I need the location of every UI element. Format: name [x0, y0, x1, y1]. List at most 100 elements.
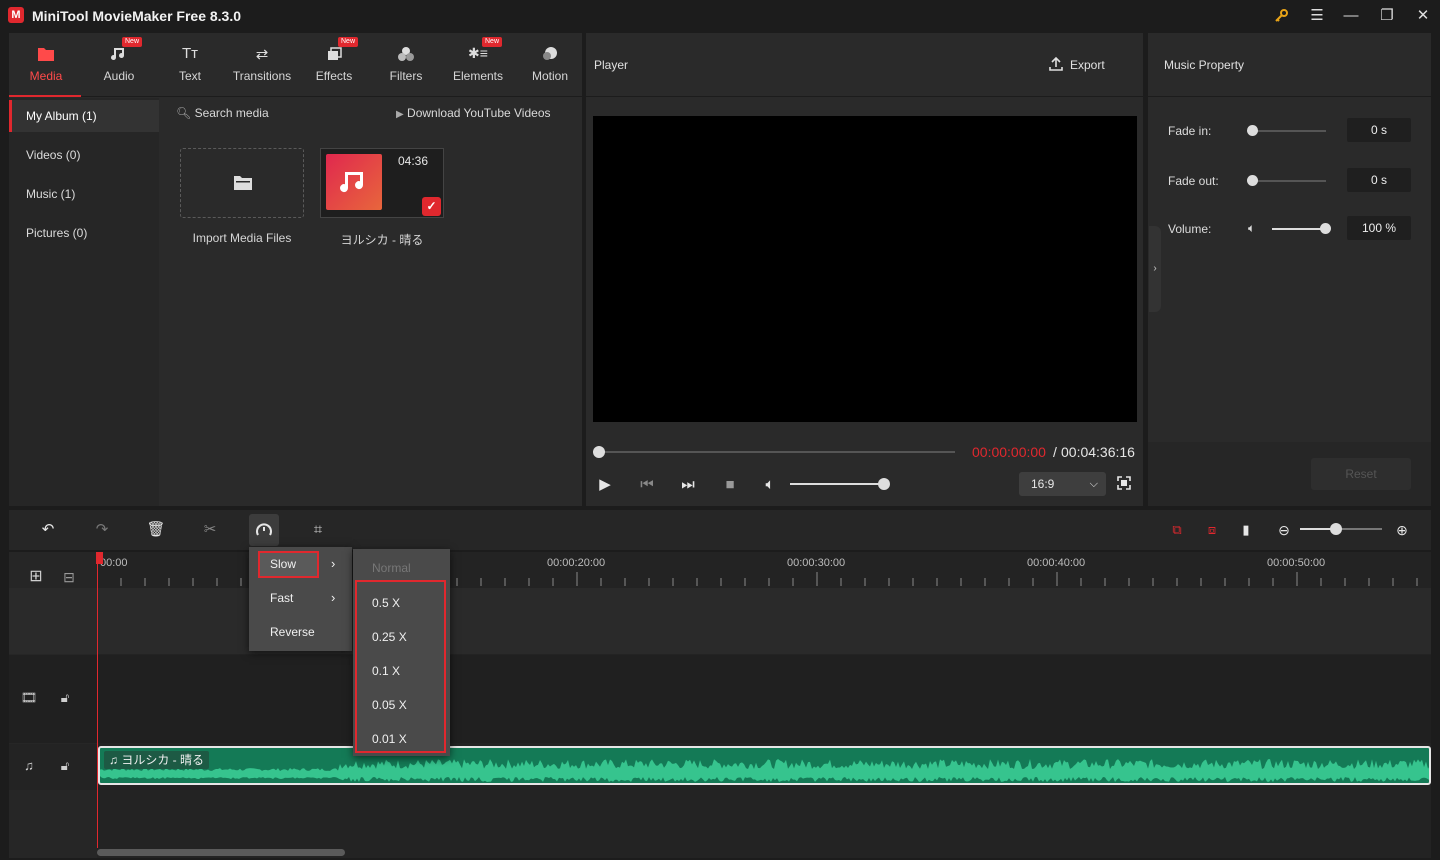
export-button[interactable]: Export	[1048, 56, 1105, 72]
fade-in-slider[interactable]	[1250, 130, 1326, 132]
lock-icon[interactable]: 🔓︎	[55, 688, 75, 708]
motion-icon	[516, 45, 584, 65]
seek-bar[interactable]	[598, 451, 955, 453]
menu-item-reverse[interactable]: Reverse	[249, 615, 352, 649]
redo-icon[interactable]: ↷	[90, 518, 114, 542]
tool-filters[interactable]: Filters	[372, 33, 440, 97]
next-frame-icon[interactable]: ⏭	[678, 475, 698, 495]
audio-clip[interactable]	[98, 746, 1431, 785]
timeline-zoom-handle[interactable]	[1330, 523, 1342, 535]
volume-icon[interactable]: 🔈︎	[760, 475, 780, 495]
previous-frame-icon[interactable]: ⏮	[637, 475, 657, 495]
property-volume-slider[interactable]	[1272, 228, 1326, 230]
sidebar-item-music[interactable]: Music (1)	[9, 178, 159, 210]
stop-icon[interactable]: ■	[720, 475, 740, 495]
media-item-duration: 04:36	[398, 154, 429, 168]
zoom-in-icon[interactable]: ⊕	[1390, 518, 1414, 542]
tool-text[interactable]: Tт Text	[156, 33, 224, 97]
speed-button[interactable]	[249, 514, 279, 546]
effects-icon	[300, 45, 368, 65]
property-volume-handle[interactable]	[1320, 223, 1331, 234]
chevron-right-icon: ›	[331, 590, 336, 605]
timeline-scrollbar[interactable]	[97, 849, 345, 856]
sidebar-item-pictures[interactable]: Pictures (0)	[9, 217, 159, 249]
current-time: 00:00:00:00	[972, 444, 1046, 460]
tool-text-label: Text	[178, 69, 201, 83]
active-tab-underline	[9, 95, 81, 97]
play-icon[interactable]: ▶	[595, 475, 615, 495]
new-badge: New	[122, 37, 143, 47]
music-property-panel	[1148, 33, 1431, 506]
aspect-ratio-select[interactable]: 16:9 ⌵	[1019, 472, 1106, 496]
waveform-shape	[100, 759, 1429, 782]
marker-icon[interactable]: ▮	[1234, 518, 1258, 542]
undo-icon[interactable]: ↶	[36, 518, 60, 542]
speaker-icon: 🔈︎	[1248, 221, 1256, 235]
checkmark-icon[interactable]: ✓	[422, 197, 441, 216]
split-icon[interactable]: ✂	[198, 518, 222, 542]
maximize-icon[interactable]: ❐	[1376, 6, 1398, 26]
playhead[interactable]	[97, 552, 98, 848]
hamburger-icon[interactable]: ☰	[1306, 6, 1328, 26]
submenu-item-0-1x[interactable]: 0.1 X	[372, 664, 400, 678]
tool-motion[interactable]: Motion	[516, 33, 584, 97]
speed-icon	[256, 523, 272, 536]
time-separator: /	[1053, 444, 1057, 460]
tool-filters-label: Filters	[389, 69, 423, 83]
submenu-item-0-01x[interactable]: 0.01 X	[372, 732, 407, 746]
download-youtube-button[interactable]: ▶ Download YouTube Videos	[396, 106, 551, 124]
playhead-handle[interactable]	[96, 552, 103, 564]
export-label: Export	[1070, 58, 1105, 72]
sidebar-item-videos[interactable]: Videos (0)	[9, 139, 159, 171]
import-media-label: Import Media Files	[192, 231, 292, 245]
music-file-icon	[326, 154, 382, 210]
fade-out-slider[interactable]	[1250, 180, 1326, 182]
tool-elements[interactable]: ✱≡ New Elements	[444, 33, 512, 97]
remove-track-icon[interactable]: ⊟	[59, 567, 79, 587]
add-track-icon[interactable]: ⊞	[26, 567, 46, 587]
menu-item-fast[interactable]: Fast ›	[249, 581, 352, 615]
crop-icon[interactable]: ⌗	[306, 518, 330, 542]
fade-out-handle[interactable]	[1247, 175, 1258, 186]
fade-in-handle[interactable]	[1247, 125, 1258, 136]
volume-handle[interactable]	[878, 478, 890, 490]
submenu-item-0-5x[interactable]: 0.5 X	[372, 596, 400, 610]
volume-field[interactable]: 100 %	[1347, 216, 1411, 240]
youtube-icon: ▶	[396, 109, 404, 120]
media-icon	[12, 45, 80, 65]
fit-icon[interactable]: ⧈	[1200, 518, 1224, 542]
tool-transitions[interactable]: ⇄ Transitions	[228, 33, 296, 97]
media-item-name: ヨルシカ - 晴る	[340, 233, 424, 247]
submenu-item-0-05x[interactable]: 0.05 X	[372, 698, 407, 712]
lock-icon[interactable]: 🔓︎	[55, 756, 75, 776]
submenu-item-0-25x[interactable]: 0.25 X	[372, 630, 407, 644]
import-media-button[interactable]	[180, 148, 304, 218]
app-logo-icon: M	[8, 7, 24, 23]
volume-slider[interactable]	[790, 483, 884, 485]
tool-elements-label: Elements	[452, 69, 504, 83]
fullscreen-icon[interactable]	[1116, 475, 1134, 493]
zoom-out-icon[interactable]: ⊖	[1272, 518, 1296, 542]
reset-button[interactable]: Reset	[1311, 458, 1411, 490]
tool-effects[interactable]: New Effects	[300, 33, 368, 97]
seek-handle[interactable]	[593, 446, 605, 458]
search-media-input[interactable]: 🔍︎ Search media	[176, 106, 269, 124]
sidebar-item-my-album[interactable]: My Album (1)	[9, 100, 159, 132]
new-badge: New	[338, 37, 359, 47]
tool-audio[interactable]: New Audio	[85, 33, 153, 97]
fade-out-field[interactable]: 0 s	[1347, 168, 1411, 192]
fade-in-field[interactable]: 0 s	[1347, 118, 1411, 142]
tool-media[interactable]: Media	[12, 33, 80, 97]
minimize-icon[interactable]: —	[1340, 6, 1362, 26]
close-icon[interactable]: ✕	[1412, 6, 1434, 26]
key-icon[interactable]	[1270, 6, 1292, 26]
chevron-right-icon: ›	[331, 556, 336, 571]
export-icon	[1049, 56, 1063, 71]
collapse-panel-icon[interactable]: ›	[1149, 226, 1161, 312]
submenu-item-normal: Normal	[372, 561, 411, 575]
menu-item-slow[interactable]: Slow ›	[249, 547, 352, 581]
split-audio-icon[interactable]: ⧉	[1165, 518, 1189, 542]
delete-icon[interactable]: 🗑︎	[144, 518, 168, 542]
tool-effects-label: Effects	[315, 69, 353, 83]
ruler-label: 00:00	[100, 557, 128, 569]
